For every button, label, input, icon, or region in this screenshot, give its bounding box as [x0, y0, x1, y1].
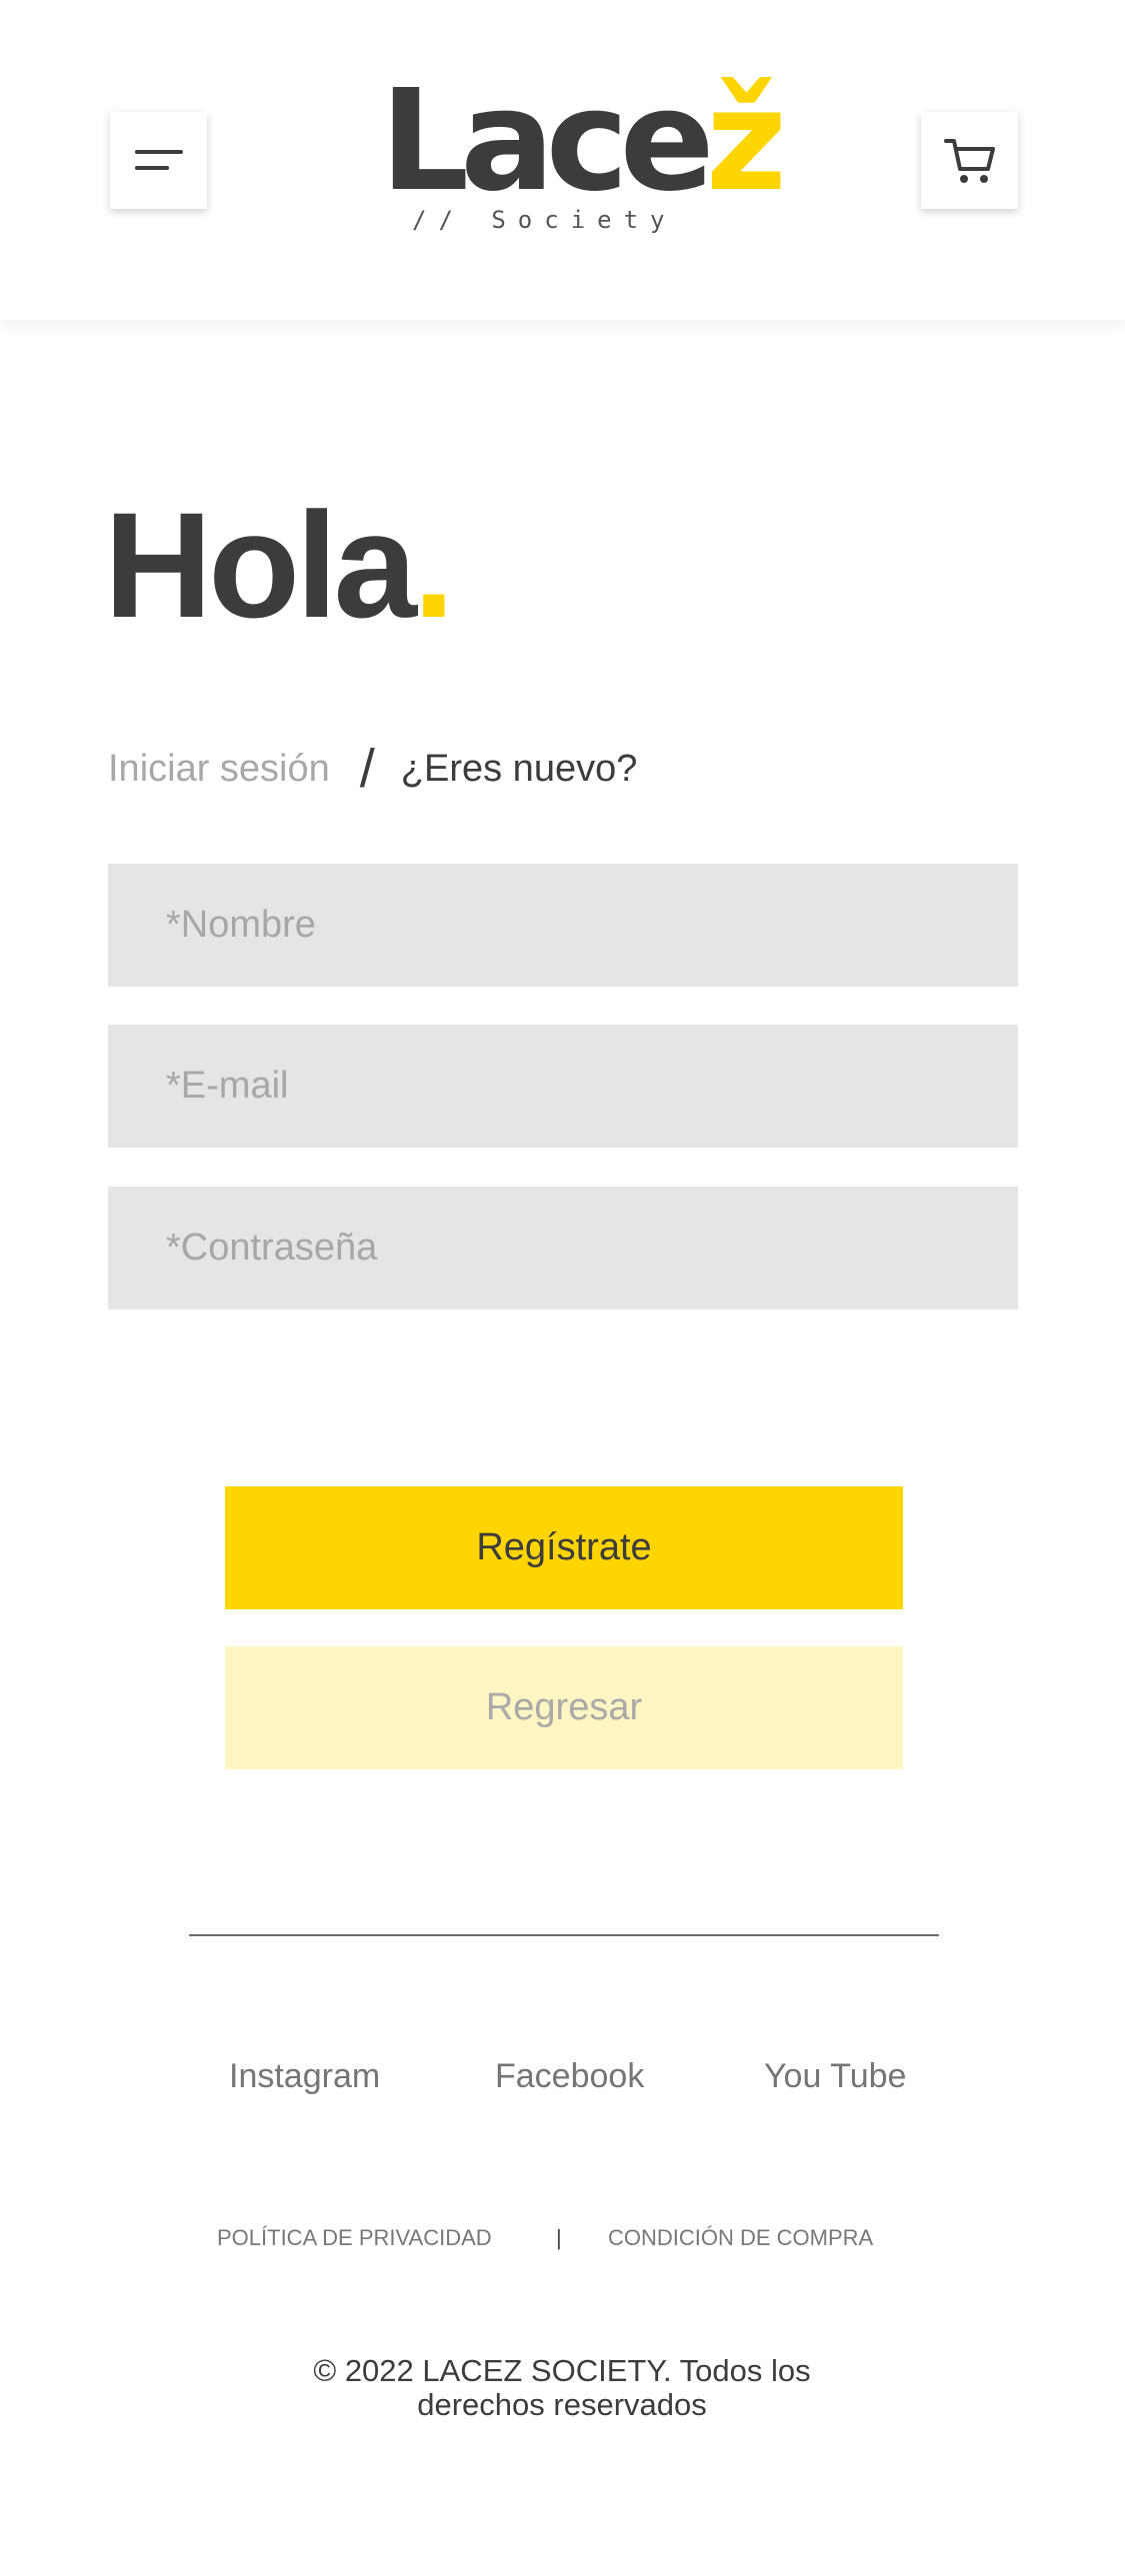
hamburger-menu-icon [134, 149, 183, 170]
tab-login[interactable]: Iniciar sesión [108, 748, 330, 791]
password-field[interactable] [108, 1187, 1018, 1309]
footer-divider [189, 1934, 939, 1936]
youtube-link[interactable]: You Tube [764, 2057, 906, 2096]
auth-tabs: Iniciar sesión / ¿Eres nuevo? [108, 742, 637, 796]
tab-separator: / [359, 739, 375, 799]
legal-separator: | [556, 2225, 562, 2250]
site-header: Lacež // Society [0, 0, 1125, 320]
email-field[interactable] [108, 1025, 1018, 1148]
logo-wordmark: Lacež [380, 60, 787, 223]
page-title: Hola. [104, 481, 455, 649]
brand-logo[interactable]: Lacež // Society [380, 72, 787, 242]
privacy-policy-link[interactable]: POLÍTICA DE PRIVACIDAD [217, 2225, 492, 2251]
title-dot: . [413, 481, 455, 649]
back-button[interactable]: Regresar [225, 1646, 903, 1769]
shopping-cart-icon [943, 138, 995, 183]
menu-button[interactable] [110, 112, 207, 209]
name-field[interactable] [108, 864, 1018, 987]
register-button[interactable]: Regístrate [225, 1486, 903, 1609]
copyright-text: © 2022 LACEZ SOCIETY. Todos los derechos… [313, 2353, 811, 2422]
logo-tagline: // Society [412, 206, 677, 234]
cart-button[interactable] [921, 112, 1018, 209]
instagram-link[interactable]: Instagram [229, 2057, 380, 2096]
tab-register[interactable]: ¿Eres nuevo? [401, 748, 638, 791]
purchase-conditions-link[interactable]: CONDICIÓN DE COMPRA [608, 2225, 873, 2251]
facebook-link[interactable]: Facebook [495, 2057, 644, 2096]
